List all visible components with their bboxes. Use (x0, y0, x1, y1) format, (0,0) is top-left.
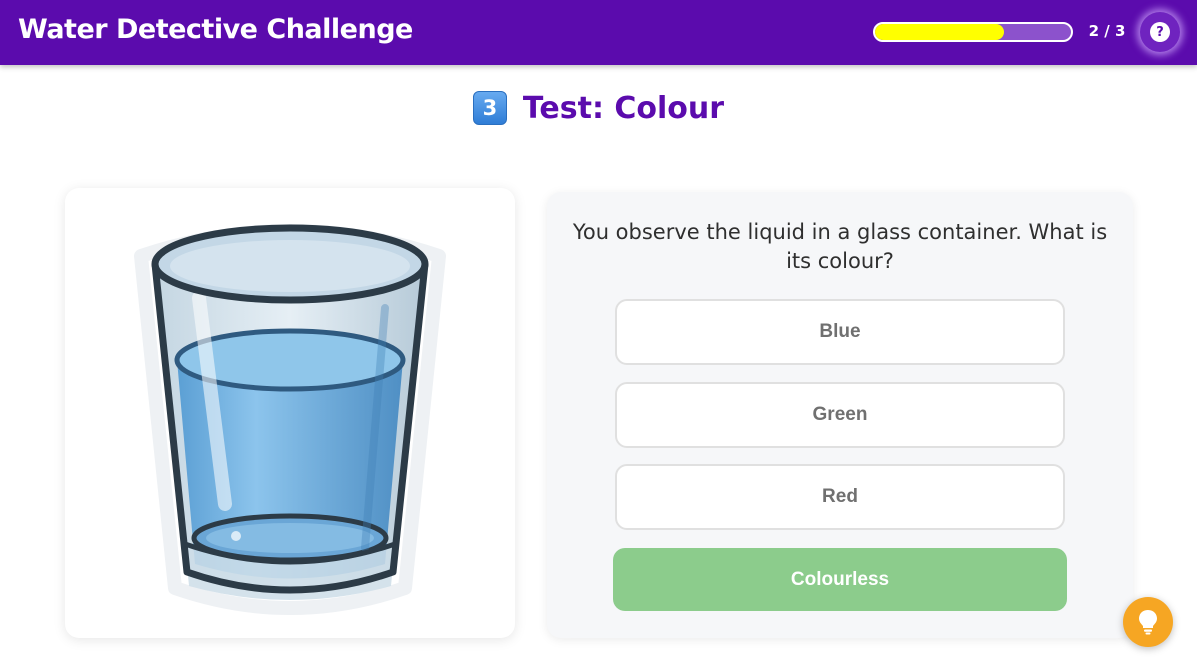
option-button-green[interactable]: Green (615, 382, 1065, 448)
option-button-blue[interactable]: Blue (615, 299, 1065, 365)
question-mark-icon: ? (1150, 22, 1170, 42)
top-bar: Water Detective Challenge 2 / 3 ? (0, 0, 1197, 65)
progress-bar (873, 22, 1073, 42)
progress-fill (875, 24, 1005, 40)
hint-button[interactable] (1123, 597, 1173, 647)
question-card: You observe the liquid in a glass contai… (547, 192, 1133, 638)
step-heading: 3 Test: Colour (0, 88, 1197, 128)
step-number-badge: 3 (472, 91, 507, 125)
step-title: Test: Colour (522, 90, 725, 126)
option-button-colourless[interactable]: Colourless (613, 548, 1067, 611)
help-button[interactable]: ? (1140, 12, 1180, 52)
progress-count: 2 / 3 (1088, 22, 1126, 40)
glass-of-water-icon (134, 224, 446, 615)
question-text: You observe the liquid in a glass contai… (572, 220, 1108, 273)
image-card (65, 188, 515, 638)
option-button-red[interactable]: Red (615, 464, 1065, 530)
lightbulb-icon (1139, 610, 1157, 635)
app-title: Water Detective Challenge (18, 14, 413, 45)
